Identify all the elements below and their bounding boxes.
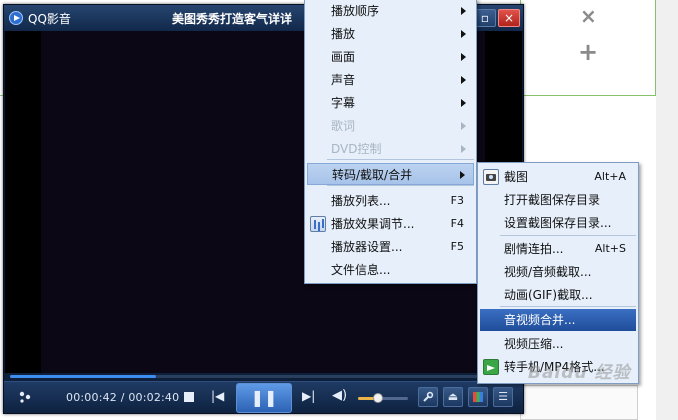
current-time: 00:00:42 — [66, 391, 118, 404]
menu-item-label: 播放效果调节... — [331, 217, 415, 231]
volume-slider[interactable] — [358, 393, 408, 403]
menu-item[interactable]: 播放 — [307, 23, 474, 45]
menu-item-label: 播放顺序 — [331, 4, 380, 18]
restore-button[interactable]: ▫ — [474, 9, 496, 27]
menu-item: DVD控制 — [307, 138, 474, 160]
background-box — [520, 385, 638, 420]
menu-item: 歌词 — [307, 115, 474, 137]
menu-separator — [327, 159, 474, 160]
submenu-item[interactable]: 视频/音频截取... — [480, 261, 636, 283]
menu-item-label: 转码/截取/合并 — [332, 168, 413, 182]
submenu-arrow-icon — [460, 171, 465, 179]
next-button[interactable]: ▶| — [302, 389, 315, 403]
video-title: 美图秀秀打造客气详详 — [172, 12, 293, 26]
skin-button[interactable] — [468, 387, 488, 407]
submenu-arrow-icon — [461, 99, 466, 107]
menu-item-label: 播放器设置... — [331, 240, 403, 254]
submenu-item[interactable]: 截图 Alt+A — [480, 166, 636, 188]
previous-button[interactable]: |◀ — [211, 389, 224, 403]
close-button[interactable]: × — [498, 9, 520, 27]
menu-item-label: 播放列表... — [331, 194, 391, 208]
submenu-item-label: 打开截图保存目录 — [504, 193, 601, 207]
submenu-item-label: 截图 — [504, 170, 529, 184]
camera-icon — [483, 169, 499, 185]
tools-button[interactable] — [418, 387, 438, 407]
menu-item[interactable]: 声音 — [307, 69, 474, 91]
pause-button[interactable]: ❚❚ — [236, 383, 292, 413]
submenu-item[interactable]: 设置截图保存目录... — [480, 212, 636, 234]
menu-item[interactable]: 播放效果调节... F4 — [307, 213, 474, 235]
total-time: 00:02:40 — [128, 391, 180, 404]
submenu-arrow-icon — [461, 122, 466, 130]
palette-icon — [473, 392, 483, 402]
submenu-arrow-icon — [461, 76, 466, 84]
submenu-item-label: 剧情连拍... — [504, 242, 564, 256]
menu-item-label: 字幕 — [331, 96, 356, 110]
control-bar: 00:00:42 / 00:02:40 |◀ ❚❚ ▶| ◀) ⏏ ☰ — [4, 381, 523, 413]
submenu-arrow-icon — [461, 53, 466, 61]
submenu-shortcut: Alt+S — [594, 242, 626, 255]
menu-shortcut: F4 — [450, 217, 464, 230]
footprint-icon[interactable] — [18, 390, 32, 408]
menu-item[interactable]: 播放顺序 — [307, 0, 474, 22]
submenu-item-label: 视频压缩... — [504, 337, 564, 351]
seek-progress — [10, 375, 157, 378]
watermark: Baidu 经验 — [528, 363, 631, 383]
menu-shortcut: F5 — [450, 240, 464, 253]
eject-button[interactable]: ⏏ — [443, 387, 463, 407]
menu-item[interactable]: 转码/截取/合并 — [307, 163, 474, 185]
app-name: QQ影音 — [28, 12, 71, 26]
submenu-item-label: 视频/音频截取... — [504, 265, 592, 279]
playlist-button[interactable]: ☰ — [493, 387, 513, 407]
menu-item[interactable]: 画面 — [307, 46, 474, 68]
menu-separator — [327, 185, 474, 186]
submenu-arrow-icon — [461, 30, 466, 38]
menu-item[interactable]: 文件信息... — [307, 259, 474, 281]
seek-bar[interactable] — [4, 373, 523, 381]
app-logo-icon — [9, 11, 23, 25]
equalizer-icon — [310, 216, 326, 232]
background-scrollbar[interactable] — [656, 0, 678, 420]
volume-knob[interactable] — [373, 393, 383, 403]
menu-item-label: 文件信息... — [331, 263, 391, 277]
menu-item[interactable]: 字幕 — [307, 92, 474, 114]
submenu-arrow-icon — [461, 7, 466, 15]
menu-item[interactable]: 播放器设置... F5 — [307, 236, 474, 258]
submenu-transcode: 截图 Alt+A 打开截图保存目录 设置截图保存目录... 剧情连拍... Alt+S 视频… — [477, 162, 639, 384]
submenu-item[interactable]: 音视频合并... — [480, 309, 636, 331]
playback-time: 00:00:42 / 00:02:40 — [66, 391, 179, 404]
seek-track[interactable] — [10, 375, 515, 378]
background-close-icon[interactable]: × — [580, 4, 597, 28]
submenu-shortcut: Alt+A — [594, 170, 626, 183]
context-menu: 播放顺序播放画面声音字幕歌词 DVD控制转码/截取/合并 播放列表... F3 播放效果… — [304, 0, 477, 284]
submenu-separator — [500, 306, 636, 307]
submenu-item-label: 动画(GIF)截取... — [504, 288, 593, 302]
menu-item[interactable]: 播放列表... F3 — [307, 190, 474, 212]
menu-item-label: 画面 — [331, 50, 356, 64]
menu-item-label: 歌词 — [331, 119, 356, 133]
submenu-item[interactable]: 剧情连拍... Alt+S — [480, 238, 636, 260]
menu-item-label: DVD控制 — [331, 142, 382, 156]
volume-icon[interactable]: ◀) — [332, 388, 347, 403]
menu-item-label: 声音 — [331, 73, 356, 87]
background-add-icon[interactable]: + — [578, 38, 598, 66]
submenu-separator — [500, 235, 636, 236]
submenu-item-label: 音视频合并... — [504, 313, 576, 327]
convert-icon — [483, 359, 499, 375]
submenu-arrow-icon — [461, 145, 466, 153]
time-separator: / — [117, 391, 129, 404]
submenu-item-label: 设置截图保存目录... — [504, 216, 612, 230]
submenu-item[interactable]: 视频压缩... — [480, 333, 636, 355]
submenu-item[interactable]: 动画(GIF)截取... — [480, 284, 636, 306]
stop-button[interactable] — [184, 392, 194, 402]
menu-item-label: 播放 — [331, 27, 356, 41]
menu-shortcut: F3 — [450, 194, 464, 207]
submenu-item[interactable]: 打开截图保存目录 — [480, 189, 636, 211]
